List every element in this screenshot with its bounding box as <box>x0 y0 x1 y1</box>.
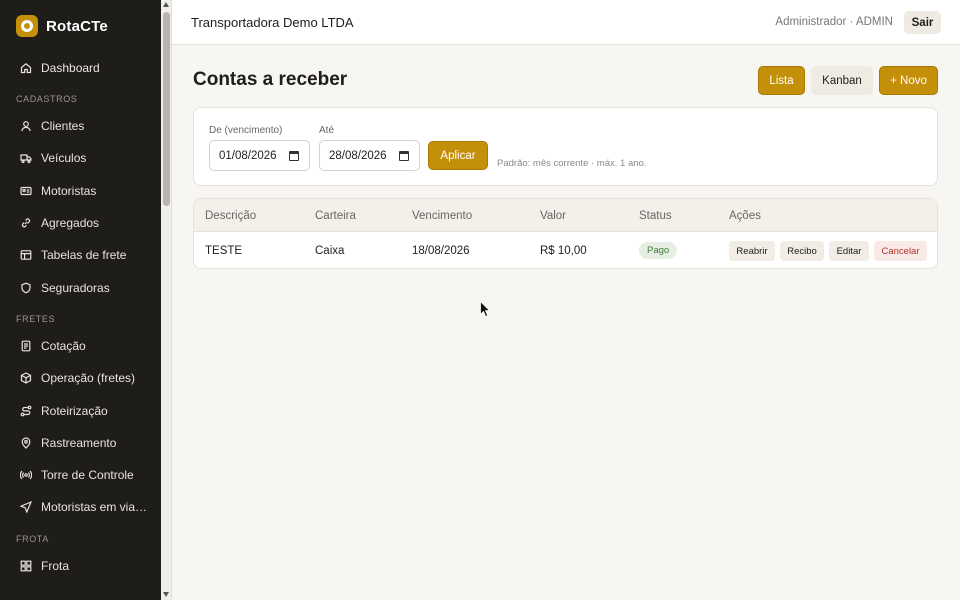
sidebar-item-tabelas-de-frete[interactable]: Tabelas de frete <box>0 239 161 271</box>
topbar: Transportadora Demo LTDA Administrador ·… <box>172 0 960 45</box>
sidebar-item-agregados[interactable]: Agregados <box>0 207 161 239</box>
truck-icon <box>20 152 32 164</box>
sidebar-item-cotacao[interactable]: Cotação <box>0 330 161 362</box>
brand-logo-icon <box>16 15 38 37</box>
from-date-input[interactable]: 01/08/2026 <box>209 140 310 171</box>
to-date-input[interactable]: 28/08/2026 <box>319 140 420 171</box>
column-header-valor: Valor <box>540 210 566 222</box>
sidebar-item-motoristas-em-viagem[interactable]: Motoristas em viag… <box>0 491 161 523</box>
nav-section-fretes: FRETES <box>16 313 56 324</box>
nav-section-cadastros: CADASTROS <box>16 94 78 104</box>
cell-descricao: TESTE <box>205 245 243 257</box>
scrollbar-thumb[interactable] <box>163 12 170 206</box>
package-icon <box>20 372 32 384</box>
sidebar-item-label: Operação (fretes) <box>41 371 136 386</box>
brand-name: RotaCTe <box>46 17 108 35</box>
cell-vencimento: 18/08/2026 <box>412 245 470 257</box>
sidebar-item-rastreamento[interactable]: Rastreamento <box>0 427 161 459</box>
sidebar-item-label: Dashboard <box>41 61 100 75</box>
from-date-label: De (vencimento) <box>209 125 283 136</box>
logout-button[interactable]: Sair <box>904 11 941 34</box>
company-name: Transportadora Demo LTDA <box>191 15 354 30</box>
brand[interactable]: RotaCTe <box>0 0 161 52</box>
sidebar-item-label: Clientes <box>41 119 85 134</box>
route-icon <box>20 405 32 417</box>
column-header-descricao: Descrição <box>205 210 257 222</box>
apply-filter-button[interactable]: Aplicar <box>428 141 488 170</box>
nav-section-frota: FROTA <box>16 533 49 544</box>
sidebar-item-label: Torre de Controle <box>41 468 134 483</box>
send-icon <box>20 501 32 514</box>
view-kanban-button[interactable]: Kanban <box>811 66 873 95</box>
page-title: Contas a receber <box>193 69 348 90</box>
sidebar-item-label: Motoristas <box>41 183 97 198</box>
grid-icon <box>20 560 32 572</box>
link-icon <box>20 217 32 229</box>
document-icon <box>20 340 32 352</box>
sidebar-item-seguradoras[interactable]: Seguradoras <box>0 271 161 303</box>
column-header-carteira: Carteira <box>315 210 356 222</box>
sidebar-item-label: Agregados <box>41 216 100 231</box>
sidebar-scrollbar[interactable] <box>161 0 172 600</box>
filter-hint: Padrão: mês corrente · máx. 1 ano. <box>497 158 647 169</box>
sidebar-item-clientes[interactable]: Clientes <box>0 110 161 142</box>
receivables-table: Descrição Carteira Vencimento Valor Stat… <box>193 198 938 269</box>
id-card-icon <box>20 185 32 197</box>
sidebar-item-dashboard[interactable]: Dashboard <box>0 52 161 84</box>
sidebar-item-label: Frota <box>41 558 70 573</box>
scroll-up-arrow-icon[interactable] <box>163 2 169 7</box>
table-header: Descrição Carteira Vencimento Valor Stat… <box>194 199 937 232</box>
sidebar-item-torre-de-controle[interactable]: Torre de Controle <box>0 459 161 491</box>
sidebar: RotaCTe Dashboard CADASTROS Clientes Veí… <box>0 0 161 600</box>
sidebar-item-label: Veículos <box>41 151 87 166</box>
column-header-status: Status <box>639 210 672 222</box>
cancel-button[interactable]: Cancelar <box>874 241 927 261</box>
from-date-value: 01/08/2026 <box>219 149 277 162</box>
column-header-acoes: Ações <box>729 210 761 222</box>
home-icon <box>20 62 32 74</box>
sidebar-item-roteirizacao[interactable]: Roteirização <box>0 394 161 426</box>
shield-icon <box>20 282 32 294</box>
user-info: Administrador · ADMIN <box>775 16 893 28</box>
reopen-button[interactable]: Reabrir <box>729 241 775 261</box>
new-button[interactable]: + Novo <box>879 66 938 95</box>
sidebar-item-label: Seguradoras <box>41 280 110 295</box>
cell-valor: R$ 10,00 <box>540 245 587 257</box>
sidebar-item-motoristas[interactable]: Motoristas <box>0 175 161 207</box>
sidebar-item-label: Roteirização <box>41 403 108 418</box>
to-date-label: Até <box>319 125 335 136</box>
sidebar-item-label: Cotação <box>41 338 86 353</box>
table-icon <box>20 249 32 261</box>
map-pin-icon <box>20 437 32 449</box>
sidebar-item-label: Tabelas de frete <box>41 248 127 263</box>
sidebar-item-operacao[interactable]: Operação (fretes) <box>0 362 161 394</box>
cell-carteira: Caixa <box>315 245 345 257</box>
receipt-button[interactable]: Recibo <box>780 241 824 261</box>
filter-card: De (vencimento) 01/08/2026 Até 28/08/202… <box>193 107 938 186</box>
edit-button[interactable]: Editar <box>829 241 869 261</box>
calendar-icon[interactable] <box>289 151 299 161</box>
scroll-down-arrow-icon[interactable] <box>163 592 169 597</box>
sidebar-item-label: Motoristas em viag… <box>41 500 151 515</box>
status-badge: Pago <box>639 242 678 259</box>
sidebar-item-frota[interactable]: Frota <box>0 550 161 582</box>
calendar-icon[interactable] <box>399 151 409 161</box>
radio-tower-icon <box>20 469 32 481</box>
sidebar-item-label: Rastreamento <box>41 435 117 450</box>
sidebar-item-veiculos[interactable]: Veículos <box>0 142 161 174</box>
user-icon <box>20 120 32 132</box>
column-header-vencimento: Vencimento <box>412 210 473 222</box>
view-list-button[interactable]: Lista <box>758 66 805 95</box>
to-date-value: 28/08/2026 <box>329 149 387 162</box>
